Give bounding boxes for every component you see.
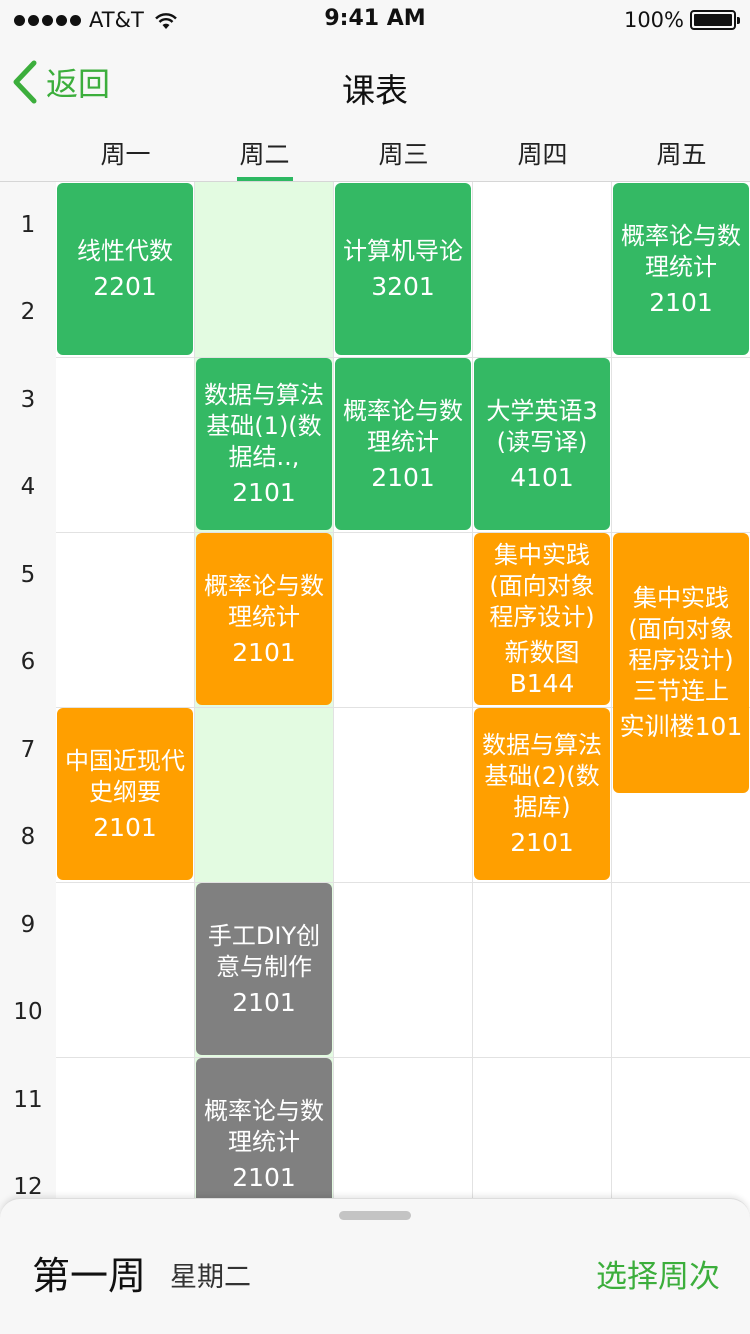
current-day: 星期二 bbox=[170, 1262, 251, 1293]
course-name: 手工DIY创意与制作 bbox=[207, 921, 321, 981]
grid-column-divider bbox=[194, 182, 195, 1334]
period-number: 1 bbox=[20, 211, 36, 238]
choose-week-button[interactable]: 选择周次 bbox=[596, 1251, 720, 1296]
course-room: 4101 bbox=[510, 462, 574, 492]
battery-icon bbox=[690, 10, 740, 30]
course-room: 2101 bbox=[510, 828, 574, 857]
course-room: 实训楼101 bbox=[619, 712, 743, 742]
course-name: 概率论与数理统计 bbox=[204, 1096, 324, 1156]
selected-day-indicator bbox=[236, 177, 293, 181]
course-card[interactable]: 计算机导论 3201 bbox=[335, 183, 471, 355]
period-number: 8 bbox=[20, 824, 36, 851]
battery-status: 100% bbox=[623, 6, 740, 34]
week-selector-sheet: 第一周 星期二 选择周次 bbox=[0, 1198, 750, 1334]
timetable-grid: 1 2 3 4 5 6 7 8 9 10 11 12 线性代数 2201 计算机导论 3201 概率论与数理统… bbox=[0, 182, 750, 1334]
course-room: 新数图B144 bbox=[504, 637, 580, 698]
period-number: 9 bbox=[20, 911, 36, 938]
day-tab[interactable]: 周四 bbox=[473, 124, 612, 181]
day-tab[interactable]: 周一 bbox=[56, 124, 195, 181]
course-card[interactable]: 集中实践(面向对象程序设计) 新数图B144 bbox=[474, 533, 610, 705]
course-name: 数据与算法基础(1)(数据结.., bbox=[204, 381, 324, 471]
course-name: 概率论与数理统计 bbox=[204, 571, 324, 631]
day-tab[interactable]: 周三 bbox=[334, 124, 473, 181]
course-card[interactable]: 概率论与数理统计 2101 bbox=[335, 358, 471, 530]
period-number: 5 bbox=[20, 561, 36, 588]
course-name: 大学英语3(读写译) bbox=[486, 396, 598, 456]
course-room: 2101 bbox=[232, 478, 296, 507]
course-card[interactable]: 手工DIY创意与制作 2101 bbox=[196, 883, 332, 1055]
period-number: 11 bbox=[13, 1086, 43, 1113]
course-card[interactable]: 集中实践(面向对象程序设计)三节连上实训楼101 bbox=[613, 533, 749, 793]
day-tab-label: 周五 bbox=[656, 139, 707, 169]
course-card[interactable]: 数据与算法基础(1)(数据结.., 2101 bbox=[196, 358, 332, 530]
course-name: 概率论与数理统计 bbox=[343, 396, 463, 456]
day-tab-label: 周三 bbox=[378, 139, 429, 169]
course-card[interactable]: 中国近现代史纲要 2101 bbox=[57, 708, 193, 880]
course-room: 2101 bbox=[93, 812, 157, 842]
drag-handle[interactable] bbox=[339, 1211, 411, 1220]
course-room: 2101 bbox=[232, 1162, 296, 1192]
day-tab-label: 周一 bbox=[100, 139, 151, 169]
period-number: 2 bbox=[20, 299, 36, 326]
course-card[interactable]: 大学英语3(读写译) 4101 bbox=[474, 358, 610, 530]
period-number: 4 bbox=[20, 474, 36, 501]
course-room: 2201 bbox=[93, 272, 157, 301]
course-name: 计算机导论 bbox=[343, 237, 463, 265]
course-name: 线性代数 bbox=[77, 237, 173, 265]
day-tab[interactable]: 周二 bbox=[195, 124, 334, 181]
period-number: 6 bbox=[20, 649, 36, 676]
day-tab-label: 周四 bbox=[517, 139, 568, 169]
grid-row-divider bbox=[56, 882, 750, 883]
page-title: 课表 bbox=[342, 71, 408, 110]
current-week: 第一周 bbox=[32, 1254, 147, 1298]
course-room: 2101 bbox=[232, 637, 296, 667]
course-name: 概率论与数理统计 bbox=[621, 221, 741, 281]
nav-bar: 返回 课表 bbox=[0, 40, 750, 124]
grid-column-divider bbox=[333, 182, 334, 1334]
period-number: 10 bbox=[13, 999, 43, 1026]
course-card[interactable]: 概率论与数理统计 2101 bbox=[196, 533, 332, 705]
grid-column-divider bbox=[472, 182, 473, 1334]
course-name: 集中实践(面向对象程序设计)三节连上 bbox=[628, 584, 734, 706]
day-tab[interactable]: 周五 bbox=[612, 124, 750, 181]
course-room: 2101 bbox=[371, 462, 435, 492]
course-name: 集中实践(面向对象程序设计) bbox=[489, 540, 595, 631]
period-column: 1 2 3 4 5 6 7 8 9 10 11 12 bbox=[0, 182, 56, 1334]
course-card[interactable]: 数据与算法基础(2)(数据库) 2101 bbox=[474, 708, 610, 880]
battery-percent: 100% bbox=[623, 8, 684, 32]
course-room: 2101 bbox=[649, 287, 713, 317]
period-number: 7 bbox=[20, 736, 36, 763]
grid-row-divider bbox=[56, 1057, 750, 1058]
course-name: 中国近现代史纲要 bbox=[65, 746, 185, 806]
weekday-header: 周一 周二 周三 周四 周五 bbox=[0, 124, 750, 182]
day-tab-label: 周二 bbox=[239, 139, 290, 169]
grid-column-divider bbox=[611, 182, 612, 1334]
period-number: 3 bbox=[20, 386, 36, 413]
course-room: 3201 bbox=[371, 272, 435, 301]
course-card[interactable]: 概率论与数理统计 2101 bbox=[613, 183, 749, 355]
status-bar: AT&T 9:41 AM 100% bbox=[0, 0, 750, 40]
course-room: 2101 bbox=[232, 987, 296, 1017]
course-name: 数据与算法基础(2)(数据库) bbox=[482, 731, 602, 821]
period-number: 12 bbox=[13, 1174, 43, 1201]
course-card[interactable]: 线性代数 2201 bbox=[57, 183, 193, 355]
